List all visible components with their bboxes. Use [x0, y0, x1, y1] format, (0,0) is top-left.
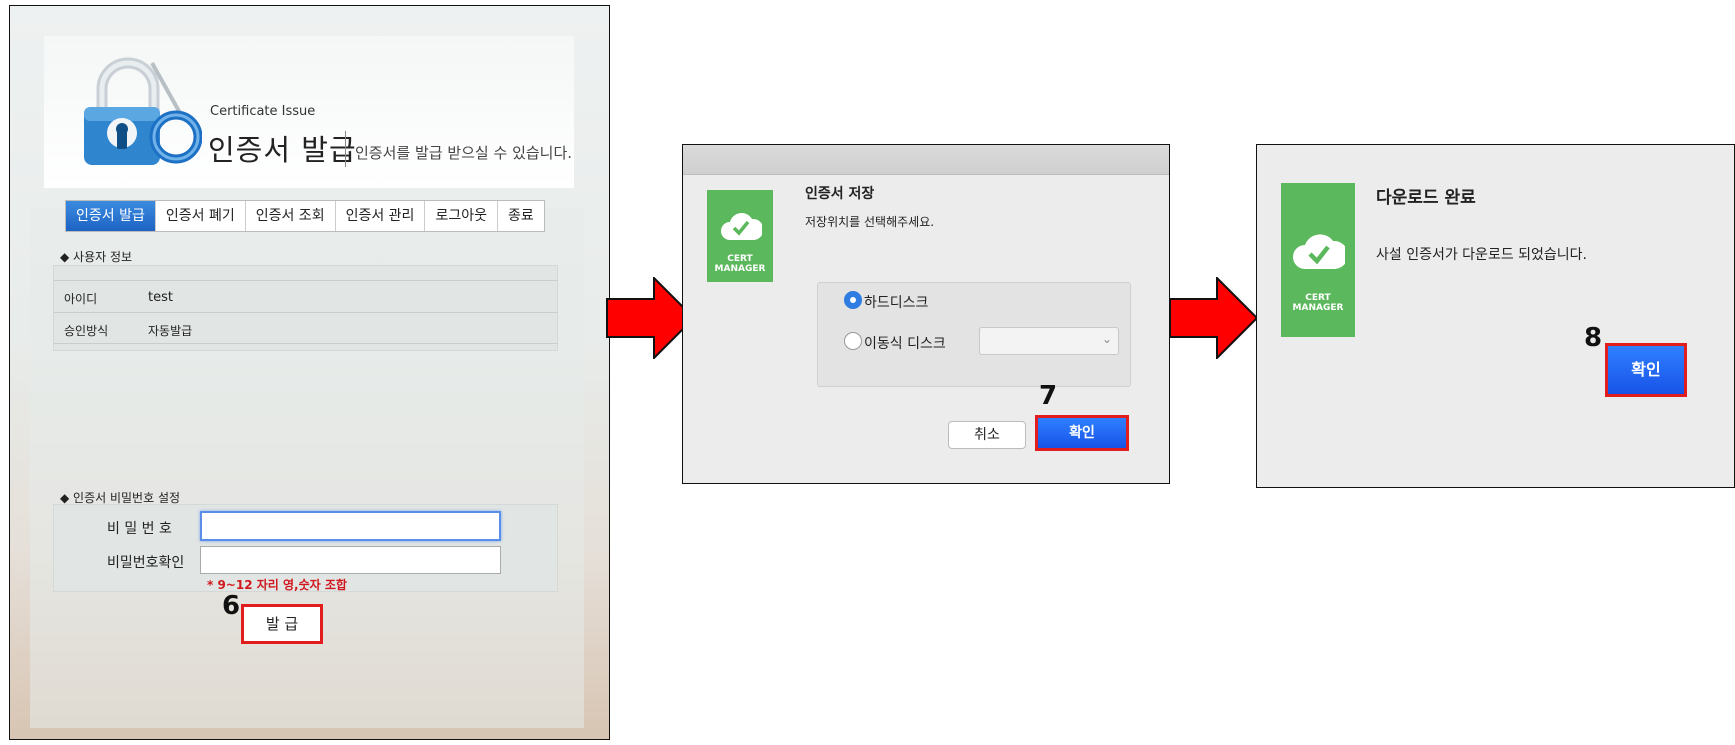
dialog-title: 다운로드 완료	[1376, 188, 1476, 208]
certificate-save-dialog: CERT MANAGER 인증서 저장 저장위치를 선택해주세요. 하드디스크 …	[682, 144, 1170, 484]
cert-manager-logo: CERT MANAGER	[1281, 183, 1355, 337]
password-label: 비 밀 번 호	[107, 521, 172, 537]
tab-manage[interactable]: 인증서 관리	[335, 201, 426, 231]
disk-select[interactable]: ⌄	[979, 327, 1119, 355]
step-8-marker: 8	[1584, 323, 1603, 353]
removable-disk-radio[interactable]	[844, 332, 862, 350]
tab-lookup[interactable]: 인증서 조회	[245, 201, 336, 231]
tab-logout[interactable]: 로그아웃	[425, 201, 498, 231]
step-6-marker: 6	[222, 591, 241, 621]
harddisk-label: 하드디스크	[864, 295, 929, 311]
tab-issue[interactable]: 인증서 발급	[66, 201, 156, 231]
tab-bar: 인증서 발급 인증서 폐기 인증서 조회 인증서 관리 로그아웃 종료	[65, 200, 545, 232]
header-english-title: Certificate Issue	[210, 104, 316, 119]
step-7-marker: 7	[1039, 381, 1058, 411]
ok-button[interactable]: 확인	[1035, 415, 1129, 451]
password-input[interactable]	[200, 511, 501, 541]
user-info-title: ◆ 사용자 정보	[60, 250, 133, 264]
table-row: 승인방식 자동발급	[54, 312, 557, 344]
chevron-down-icon: ⌄	[1101, 332, 1112, 346]
dialog-title: 인증서 저장	[805, 186, 875, 202]
logo-text: CERT MANAGER	[714, 254, 766, 274]
user-id-value: test	[148, 290, 173, 305]
tab-exit[interactable]: 종료	[497, 201, 544, 231]
dialog-titlebar	[683, 145, 1169, 175]
issue-button[interactable]: 발 급	[241, 604, 323, 644]
header-title: 인증서 발급	[208, 133, 357, 167]
approval-method-label: 승인방식	[64, 324, 109, 338]
download-complete-dialog: CERT MANAGER 다운로드 완료 사설 인증서가 다운로드 되었습니다.…	[1256, 144, 1735, 488]
arrow-right-icon	[1169, 277, 1259, 359]
user-info-table: 아이디 test 승인방식 자동발급	[53, 265, 558, 351]
padlock-icon	[72, 51, 203, 171]
cancel-button[interactable]: 취소	[948, 421, 1026, 449]
header-subtitle: 인증서를 발급 받으실 수 있습니다.	[355, 144, 573, 162]
logo-text: CERT MANAGER	[1292, 293, 1344, 313]
user-id-label: 아이디	[64, 292, 98, 306]
cloud-check-icon	[721, 213, 762, 240]
ok-button[interactable]: 확인	[1605, 343, 1687, 397]
dialog-message: 사설 인증서가 다운로드 되었습니다.	[1376, 247, 1587, 263]
certificate-issue-window: Certificate Issue 인증서 발급 인증서를 발급 받으실 수 있…	[9, 5, 610, 740]
header-divider	[345, 131, 346, 167]
approval-method-value: 자동발급	[148, 324, 193, 338]
cloud-check-icon	[1293, 234, 1345, 269]
cert-manager-logo: CERT MANAGER	[707, 190, 773, 282]
table-row: 아이디 test	[54, 280, 557, 312]
tab-revoke[interactable]: 인증서 폐기	[155, 201, 246, 231]
password-confirm-input[interactable]	[200, 546, 501, 574]
harddisk-radio[interactable]	[844, 291, 862, 309]
password-confirm-label: 비밀번호확인	[107, 555, 185, 571]
removable-disk-label: 이동식 디스크	[864, 336, 946, 352]
dialog-subtitle: 저장위치를 선택해주세요.	[805, 215, 935, 229]
